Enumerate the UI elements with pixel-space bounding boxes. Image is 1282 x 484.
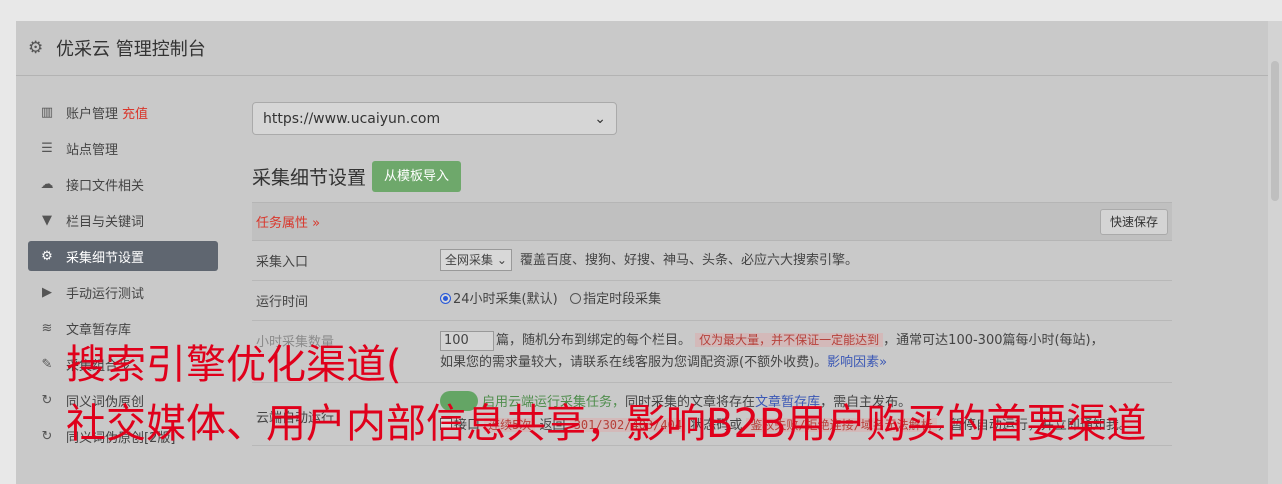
- sidebar-item-label: 文章暂存库: [66, 322, 132, 338]
- site-select-value: https://www.ucaiyun.com: [263, 110, 441, 127]
- sidebar-item-label: 账户管理: [66, 106, 119, 122]
- count-text-3: 如果您的需求量较大，请联系在线客服为您调配资源(不额外收费)。: [440, 355, 828, 370]
- entry-select[interactable]: 全网采集 ⌄: [440, 249, 512, 271]
- sidebar-item-label: 接口文件相关: [66, 178, 145, 194]
- edit-icon: ✎: [41, 356, 53, 372]
- import-template-button[interactable]: 从模板导入: [372, 161, 462, 192]
- row-time: 运行时间 24小时采集(默认) 指定时段采集: [252, 281, 1172, 321]
- page-title: 优采云 管理控制台: [56, 39, 206, 60]
- row-label: 运行时间: [256, 295, 309, 310]
- section-title: 采集细节设置: [252, 167, 367, 189]
- radio-period[interactable]: [570, 293, 582, 304]
- radio-24h[interactable]: [440, 293, 451, 304]
- sidebar-item-account[interactable]: ▥ 账户管理 充值: [28, 97, 218, 127]
- gear-icon: ⚙: [28, 38, 44, 58]
- overlay-caption-line2: 社交媒体、用户内部信息共享，影响B2B用户购买的首要渠道: [66, 401, 1147, 447]
- sidebar-item-columns-keywords[interactable]: ▼ 栏目与关键词: [28, 205, 218, 235]
- radio-24h-label: 24小时采集(默认): [453, 292, 558, 307]
- main-content: https://www.ucaiyun.com ⌄ 采集细节设置 从模板导入 任…: [252, 97, 1172, 446]
- filter-icon: ▼: [42, 212, 52, 228]
- scrollbar[interactable]: [1268, 21, 1282, 484]
- section-header: 采集细节设置 从模板导入: [252, 161, 1172, 192]
- max-note: 仅为最大量，并不保证一定能达到: [695, 333, 884, 347]
- task-attributes-toggle[interactable]: 任务属性 »: [256, 212, 320, 231]
- database-icon: ≋: [41, 320, 53, 336]
- row-label: 采集入口: [256, 255, 309, 270]
- sidebar-item-label: 站点管理: [66, 142, 119, 158]
- server-icon: ☰: [41, 140, 53, 156]
- bar-chart-icon: ▥: [40, 104, 54, 120]
- entry-select-value: 全网采集: [445, 253, 494, 267]
- refresh-icon: ↻: [41, 392, 53, 408]
- sidebar-item-label: 栏目与关键词: [66, 214, 145, 230]
- count-text: 篇，随机分布到绑定的每个栏目。: [496, 333, 692, 348]
- site-select[interactable]: https://www.ucaiyun.com ⌄: [252, 102, 617, 135]
- overlay-caption-line1: 搜索引擎优化渠道(: [66, 342, 402, 388]
- quick-save-button[interactable]: 快速保存: [1099, 208, 1168, 235]
- sidebar-item-article-store[interactable]: ≋ 文章暂存库: [28, 313, 218, 343]
- radio-period-label: 指定时段采集: [583, 292, 662, 307]
- factors-link[interactable]: 影响因素»: [827, 355, 887, 370]
- sidebar-item-sites[interactable]: ☰ 站点管理: [28, 133, 218, 163]
- recharge-link[interactable]: 充值: [122, 103, 148, 122]
- sidebar-item-label: 手动运行测试: [66, 286, 145, 302]
- entry-desc: 覆盖百度、搜狗、好搜、神马、头条、必应六大搜索引擎。: [520, 253, 859, 268]
- panel-header: 任务属性 » 快速保存: [252, 202, 1172, 241]
- chevron-down-icon: ⌄: [594, 110, 606, 127]
- sidebar-item-collect-settings[interactable]: ⚙ 采集细节设置: [28, 241, 218, 271]
- top-header: ⚙ 优采云 管理控制台: [16, 21, 1282, 76]
- cloud-upload-icon: ☁: [40, 176, 54, 192]
- gears-icon: ⚙: [41, 248, 53, 264]
- play-circle-icon: ▶: [42, 284, 52, 300]
- scrollbar-thumb[interactable]: [1271, 61, 1279, 201]
- sidebar-item-label: 采集细节设置: [66, 250, 145, 266]
- sidebar-item-manual-run[interactable]: ▶ 手动运行测试: [28, 277, 218, 307]
- sidebar-item-api-files[interactable]: ☁ 接口文件相关: [28, 169, 218, 199]
- row-entry: 采集入口 全网采集 ⌄ 覆盖百度、搜狗、好搜、神马、头条、必应六大搜索引擎。: [252, 241, 1172, 281]
- count-text-2: ，通常可达100-300篇每小时(每站)，: [883, 333, 1104, 348]
- refresh-icon: ↻: [41, 428, 53, 444]
- count-input[interactable]: 100: [440, 331, 494, 351]
